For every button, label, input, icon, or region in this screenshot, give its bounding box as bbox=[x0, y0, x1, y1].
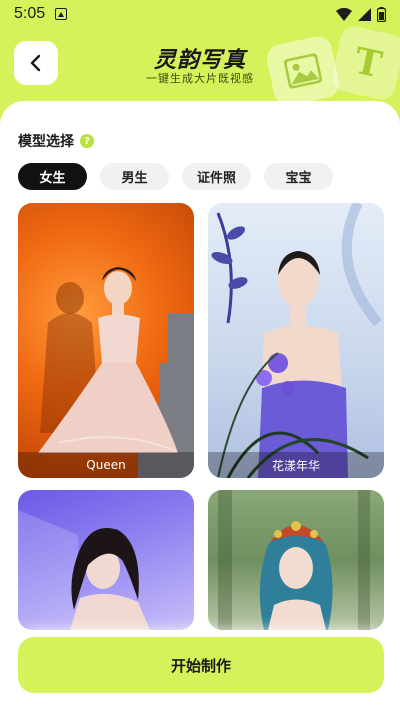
start-button[interactable]: 开始制作 bbox=[18, 637, 384, 693]
status-time: 5:05 bbox=[14, 5, 46, 22]
style-card-3[interactable] bbox=[18, 490, 194, 630]
text-decoration-icon: T bbox=[329, 24, 400, 102]
tab-id-photo[interactable]: 证件照 bbox=[182, 163, 251, 190]
model-select-heading: 模型选择 ? bbox=[18, 131, 94, 151]
status-icons bbox=[336, 6, 386, 22]
style-preview-image bbox=[218, 490, 370, 630]
style-card-label: Queen bbox=[18, 452, 194, 478]
model-tabs: 女生 男生 证件照 宝宝 bbox=[18, 163, 333, 190]
photo-decoration-icon bbox=[264, 33, 342, 109]
style-card-queen[interactable]: Queen bbox=[18, 203, 194, 478]
style-card-label: 花漾年华 bbox=[208, 452, 384, 478]
notification-icon bbox=[55, 8, 68, 20]
tab-baby[interactable]: 宝宝 bbox=[264, 163, 333, 190]
battery-icon bbox=[377, 6, 386, 22]
style-preview-image bbox=[18, 510, 150, 630]
style-card-4[interactable] bbox=[208, 490, 384, 630]
tab-female[interactable]: 女生 bbox=[18, 163, 87, 190]
main-panel: 模型选择 ? 女生 男生 证件照 宝宝 Queen 花漾年华 bbox=[0, 101, 400, 710]
help-icon[interactable]: ? bbox=[80, 134, 94, 148]
style-preview-image bbox=[211, 203, 382, 478]
status-bar: 5:05 bbox=[0, 0, 400, 28]
signal-icon bbox=[358, 7, 371, 21]
wifi-icon bbox=[336, 7, 352, 21]
style-preview-image bbox=[38, 267, 194, 478]
tab-male[interactable]: 男生 bbox=[100, 163, 169, 190]
style-card-blossom[interactable]: 花漾年华 bbox=[208, 203, 384, 478]
model-select-title: 模型选择 bbox=[18, 134, 74, 150]
